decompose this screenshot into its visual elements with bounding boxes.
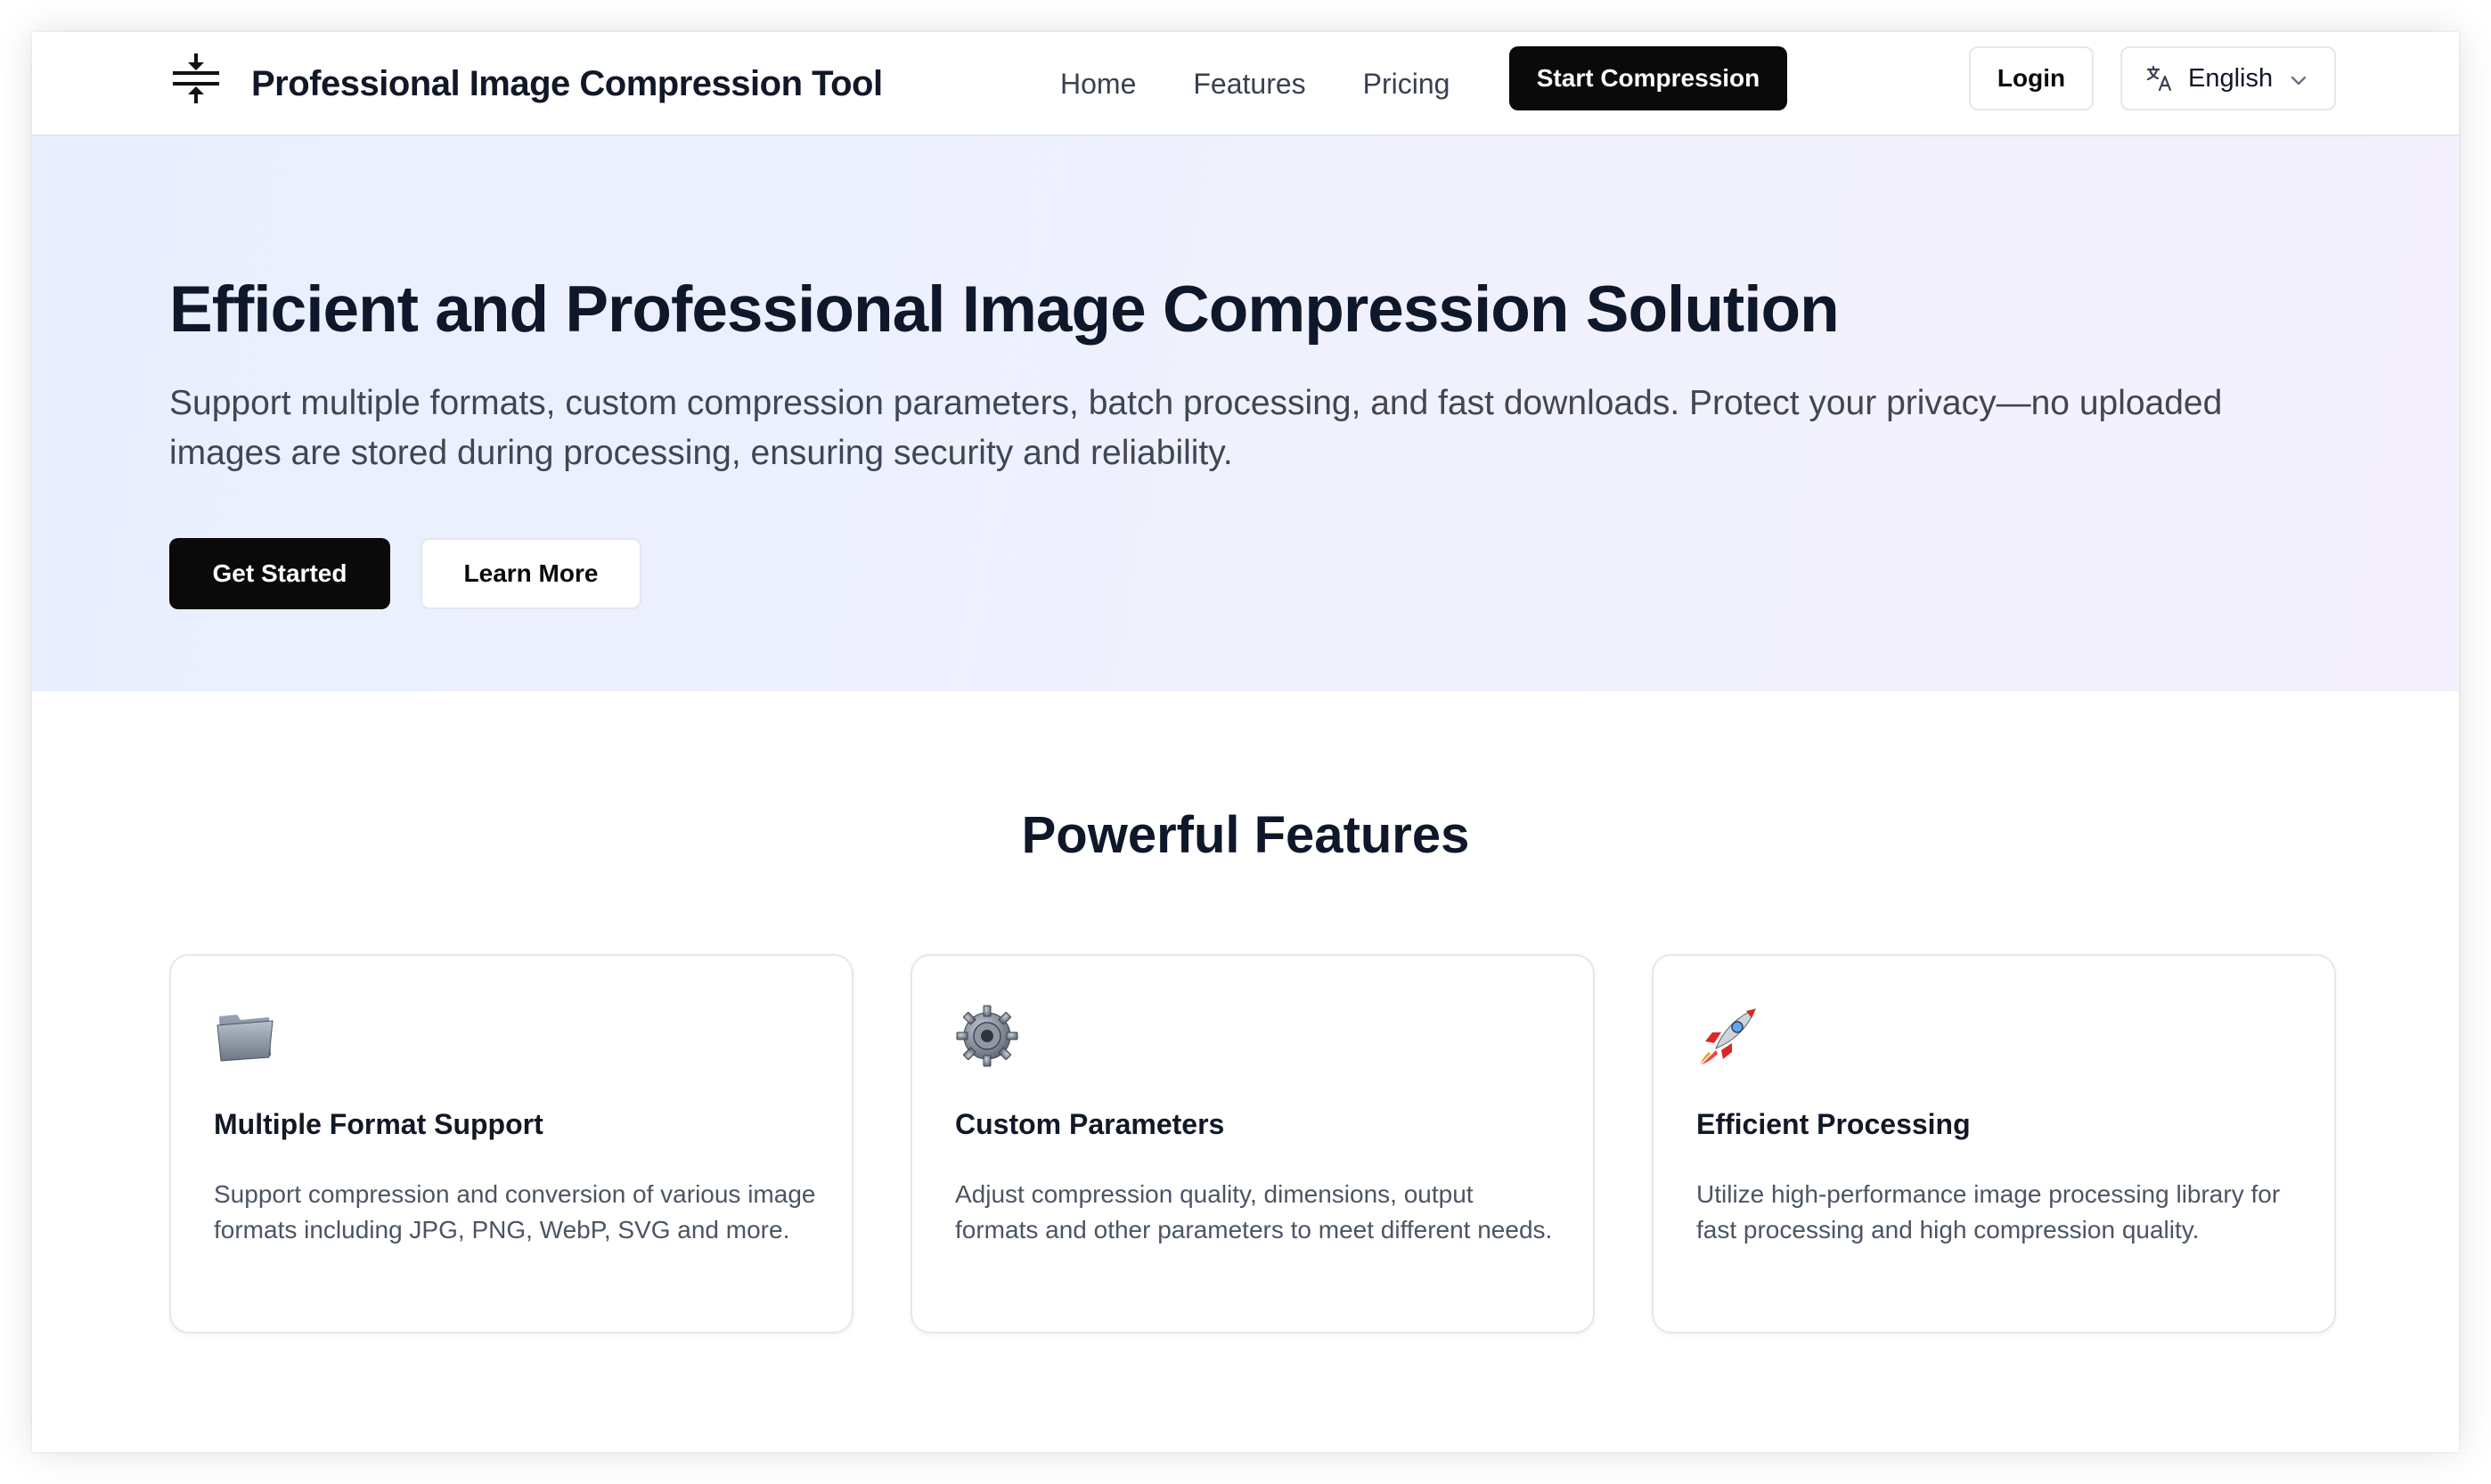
hero-description: Support multiple formats, custom compres… — [169, 384, 2223, 472]
feature-title: Multiple Format Support — [214, 1108, 543, 1140]
hero-title: Efficient and Professional Image Compres… — [169, 273, 1840, 346]
hero-section: Efficient and Professional Image Compres… — [32, 136, 2459, 691]
nav-pricing[interactable]: Pricing — [1363, 59, 1450, 109]
rocket-icon — [1700, 1007, 1757, 1064]
features-title: Powerful Features — [1021, 806, 1470, 864]
compress-icon[interactable] — [169, 52, 223, 105]
feature-description: Adjust compression quality, dimensions, … — [955, 1180, 1553, 1243]
site-header: Professional Image Compression Tool Home… — [32, 32, 2459, 136]
gear-icon — [956, 1005, 1018, 1067]
browser-window: Professional Image Compression Tool Home… — [32, 32, 2459, 1452]
feature-card-processing: Efficient Processing Utilize high-perfor… — [1652, 954, 2336, 1333]
nav-home[interactable]: Home — [1060, 59, 1136, 109]
language-select[interactable]: English — [2120, 46, 2336, 110]
feature-card-parameters: Custom Parameters Adjust compression qua… — [911, 954, 1595, 1333]
login-button[interactable]: Login — [1969, 46, 2094, 110]
feature-card-formats: Multiple Format Support Support compress… — [169, 954, 853, 1333]
get-started-button[interactable]: Get Started — [169, 538, 390, 609]
translate-icon — [2146, 65, 2172, 92]
learn-more-button[interactable]: Learn More — [421, 538, 641, 609]
start-compression-button[interactable]: Start Compression — [1509, 46, 1787, 110]
feature-title: Custom Parameters — [955, 1108, 1225, 1140]
chevron-down-icon — [2291, 76, 2307, 86]
brand-name[interactable]: Professional Image Compression Tool — [251, 59, 883, 109]
feature-description: Utilize high-performance image processin… — [1696, 1180, 2281, 1243]
feature-title: Efficient Processing — [1696, 1108, 1971, 1140]
folder-icon — [216, 1015, 274, 1062]
feature-description: Support compression and conversion of va… — [214, 1180, 816, 1243]
main-nav: Home Features Pricing — [1060, 59, 1450, 109]
language-label: English — [2188, 63, 2274, 93]
nav-features[interactable]: Features — [1193, 59, 1305, 109]
